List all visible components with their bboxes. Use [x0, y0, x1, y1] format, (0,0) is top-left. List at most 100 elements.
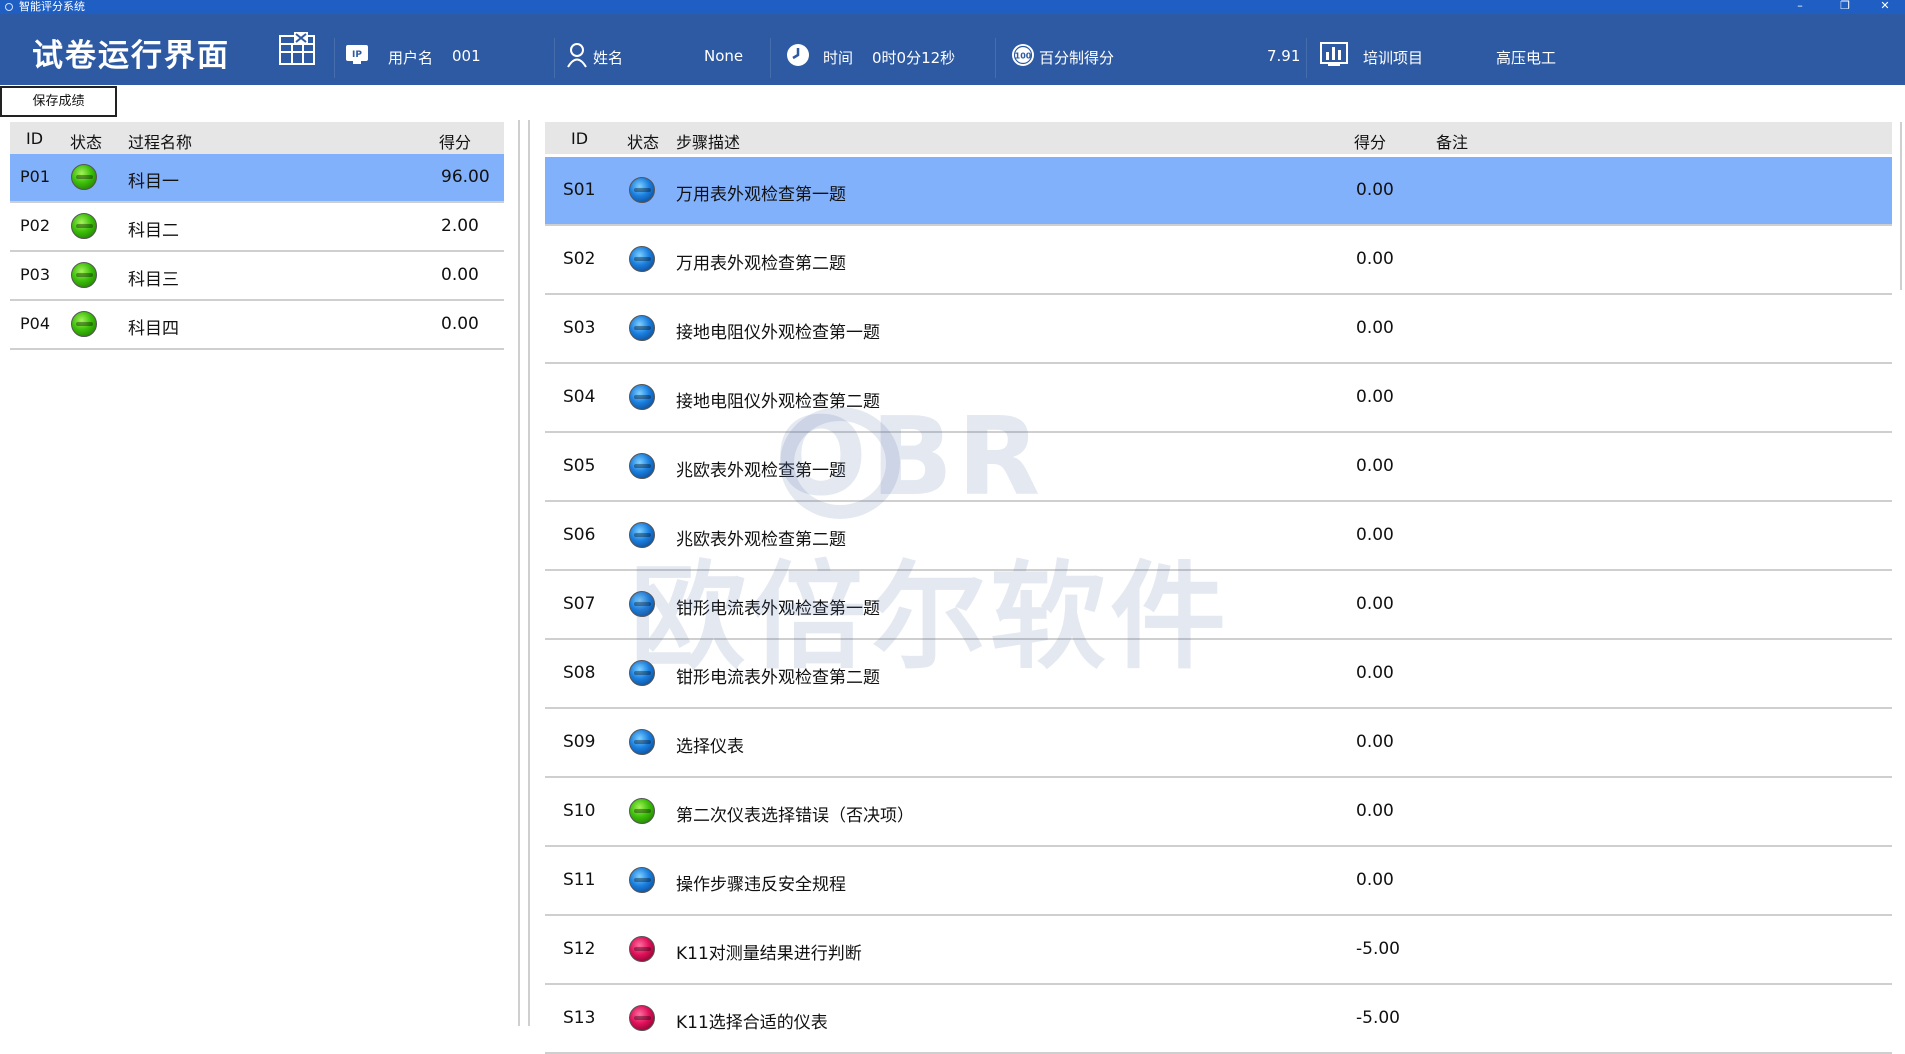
step-description: 接地电阻仪外观检查第二题 [676, 392, 880, 412]
save-score-button[interactable]: 保存成绩 [0, 86, 117, 117]
ip-icon: IP [345, 44, 369, 66]
col-header-score: 得分 [439, 133, 472, 152]
step-id: S05 [563, 456, 596, 476]
step-id: S06 [563, 525, 596, 545]
status-indicator-icon [629, 729, 655, 755]
status-indicator-icon [629, 867, 655, 893]
step-description: 操作步骤违反安全规程 [676, 875, 846, 895]
status-indicator-icon [629, 315, 655, 341]
process-name: 科目一 [128, 172, 179, 192]
col-header-id: ID [571, 129, 589, 148]
step-score: 0.00 [1356, 387, 1394, 407]
step-row[interactable]: S08 钳形电流表外观检查第二题 0.00 [545, 640, 1892, 709]
step-row[interactable]: S07 钳形电流表外观检查第一题 0.00 [545, 571, 1892, 640]
header-divider [1306, 38, 1307, 78]
process-name: 科目四 [128, 319, 179, 339]
process-name: 科目二 [128, 221, 179, 241]
process-id: P04 [20, 314, 51, 333]
step-id: S11 [563, 870, 596, 890]
spreadsheet-icon[interactable] [278, 32, 318, 66]
step-score: 0.00 [1356, 870, 1394, 890]
step-table-header: ID 状态 步骤描述 得分 备注 [545, 122, 1892, 154]
project-label: 培训项目 [1363, 49, 1424, 67]
header-divider [334, 38, 335, 78]
step-row[interactable]: S05 兆欧表外观检查第一题 0.00 [545, 433, 1892, 502]
score-label: 百分制得分 [1039, 49, 1115, 67]
header-divider [554, 38, 555, 78]
step-score: 0.00 [1356, 318, 1394, 338]
process-score: 96.00 [441, 167, 490, 187]
step-description: 第二次仪表选择错误（否决项） [676, 806, 914, 826]
close-icon[interactable]: ✕ [1865, 0, 1905, 14]
status-indicator-icon [71, 262, 97, 288]
step-score: 0.00 [1356, 732, 1394, 752]
score-value: 7.91 [1267, 47, 1301, 65]
step-description: 钳形电流表外观检查第二题 [676, 668, 880, 688]
step-row[interactable]: S13 K11选择合适的仪表 -5.00 [545, 985, 1892, 1054]
step-row[interactable]: S11 操作步骤违反安全规程 0.00 [545, 847, 1892, 916]
col-header-status: 状态 [627, 133, 660, 152]
time-value: 0时0分12秒 [872, 49, 956, 67]
step-id: S08 [563, 663, 596, 683]
minimize-icon[interactable]: – [1780, 0, 1820, 14]
step-id: S07 [563, 594, 596, 614]
step-score: 0.00 [1356, 180, 1394, 200]
status-indicator-icon [629, 936, 655, 962]
page-title: 试卷运行界面 [32, 38, 230, 74]
step-score: -5.00 [1356, 1008, 1400, 1028]
step-description: 选择仪表 [676, 737, 744, 757]
ip-icon-label: IP [352, 50, 362, 60]
scrollbar[interactable] [1900, 122, 1902, 290]
process-row[interactable]: P02 科目二 2.00 [10, 203, 504, 252]
col-header-step-desc: 步骤描述 [676, 133, 741, 152]
status-indicator-icon [629, 177, 655, 203]
person-icon [566, 42, 588, 68]
clock-icon [785, 42, 811, 68]
step-score: -5.00 [1356, 939, 1400, 959]
process-row[interactable]: P04 科目四 0.00 [10, 301, 504, 350]
step-row[interactable]: S04 接地电阻仪外观检查第二题 0.00 [545, 364, 1892, 433]
process-name: 科目三 [128, 270, 179, 290]
process-row[interactable]: P03 科目三 0.00 [10, 252, 504, 301]
status-indicator-icon [629, 384, 655, 410]
panel-splitter[interactable] [518, 120, 530, 1026]
step-row[interactable]: S10 第二次仪表选择错误（否决项） 0.00 [545, 778, 1892, 847]
bar-chart-icon [1320, 42, 1348, 66]
step-score: 0.00 [1356, 594, 1394, 614]
score-icon-label: 100 [1015, 52, 1032, 61]
step-description: 万用表外观检查第一题 [676, 185, 846, 205]
app-name: 智能评分系统 [19, 0, 85, 13]
step-description: 接地电阻仪外观检查第一题 [676, 323, 880, 343]
status-indicator-icon [629, 522, 655, 548]
step-row[interactable]: S09 选择仪表 0.00 [545, 709, 1892, 778]
step-row[interactable]: S12 K11对测量结果进行判断 -5.00 [545, 916, 1892, 985]
header-divider [770, 38, 771, 78]
step-score: 0.00 [1356, 456, 1394, 476]
time-label: 时间 [823, 49, 854, 67]
status-indicator-icon [71, 164, 97, 190]
project-value: 高压电工 [1496, 49, 1557, 67]
status-indicator-icon [71, 213, 97, 239]
step-id: S02 [563, 249, 596, 269]
step-id: S04 [563, 387, 596, 407]
process-id: P02 [20, 216, 51, 235]
step-id: S09 [563, 732, 596, 752]
window-titlebar: 智能评分系统 – ❐ ✕ [0, 0, 1905, 14]
process-score: 0.00 [441, 314, 479, 334]
username-value: 001 [452, 47, 481, 65]
maximize-icon[interactable]: ❐ [1825, 0, 1865, 14]
step-score: 0.00 [1356, 249, 1394, 269]
status-indicator-icon [629, 591, 655, 617]
col-header-process-name: 过程名称 [128, 133, 193, 152]
app-icon [5, 3, 13, 11]
process-row[interactable]: P01 科目一 96.00 [10, 154, 504, 203]
step-row[interactable]: S06 兆欧表外观检查第二题 0.00 [545, 502, 1892, 571]
status-indicator-icon [629, 453, 655, 479]
name-value: None [704, 47, 744, 65]
step-description: K11对测量结果进行判断 [676, 944, 862, 964]
step-row[interactable]: S01 万用表外观检查第一题 0.00 [545, 157, 1892, 226]
step-row[interactable]: S02 万用表外观检查第二题 0.00 [545, 226, 1892, 295]
step-table: ID 状态 步骤描述 得分 备注 S01 万用表外观检查第一题 0.00 S02 万用表… [545, 122, 1892, 1054]
col-header-status: 状态 [70, 133, 103, 152]
step-row[interactable]: S03 接地电阻仪外观检查第一题 0.00 [545, 295, 1892, 364]
